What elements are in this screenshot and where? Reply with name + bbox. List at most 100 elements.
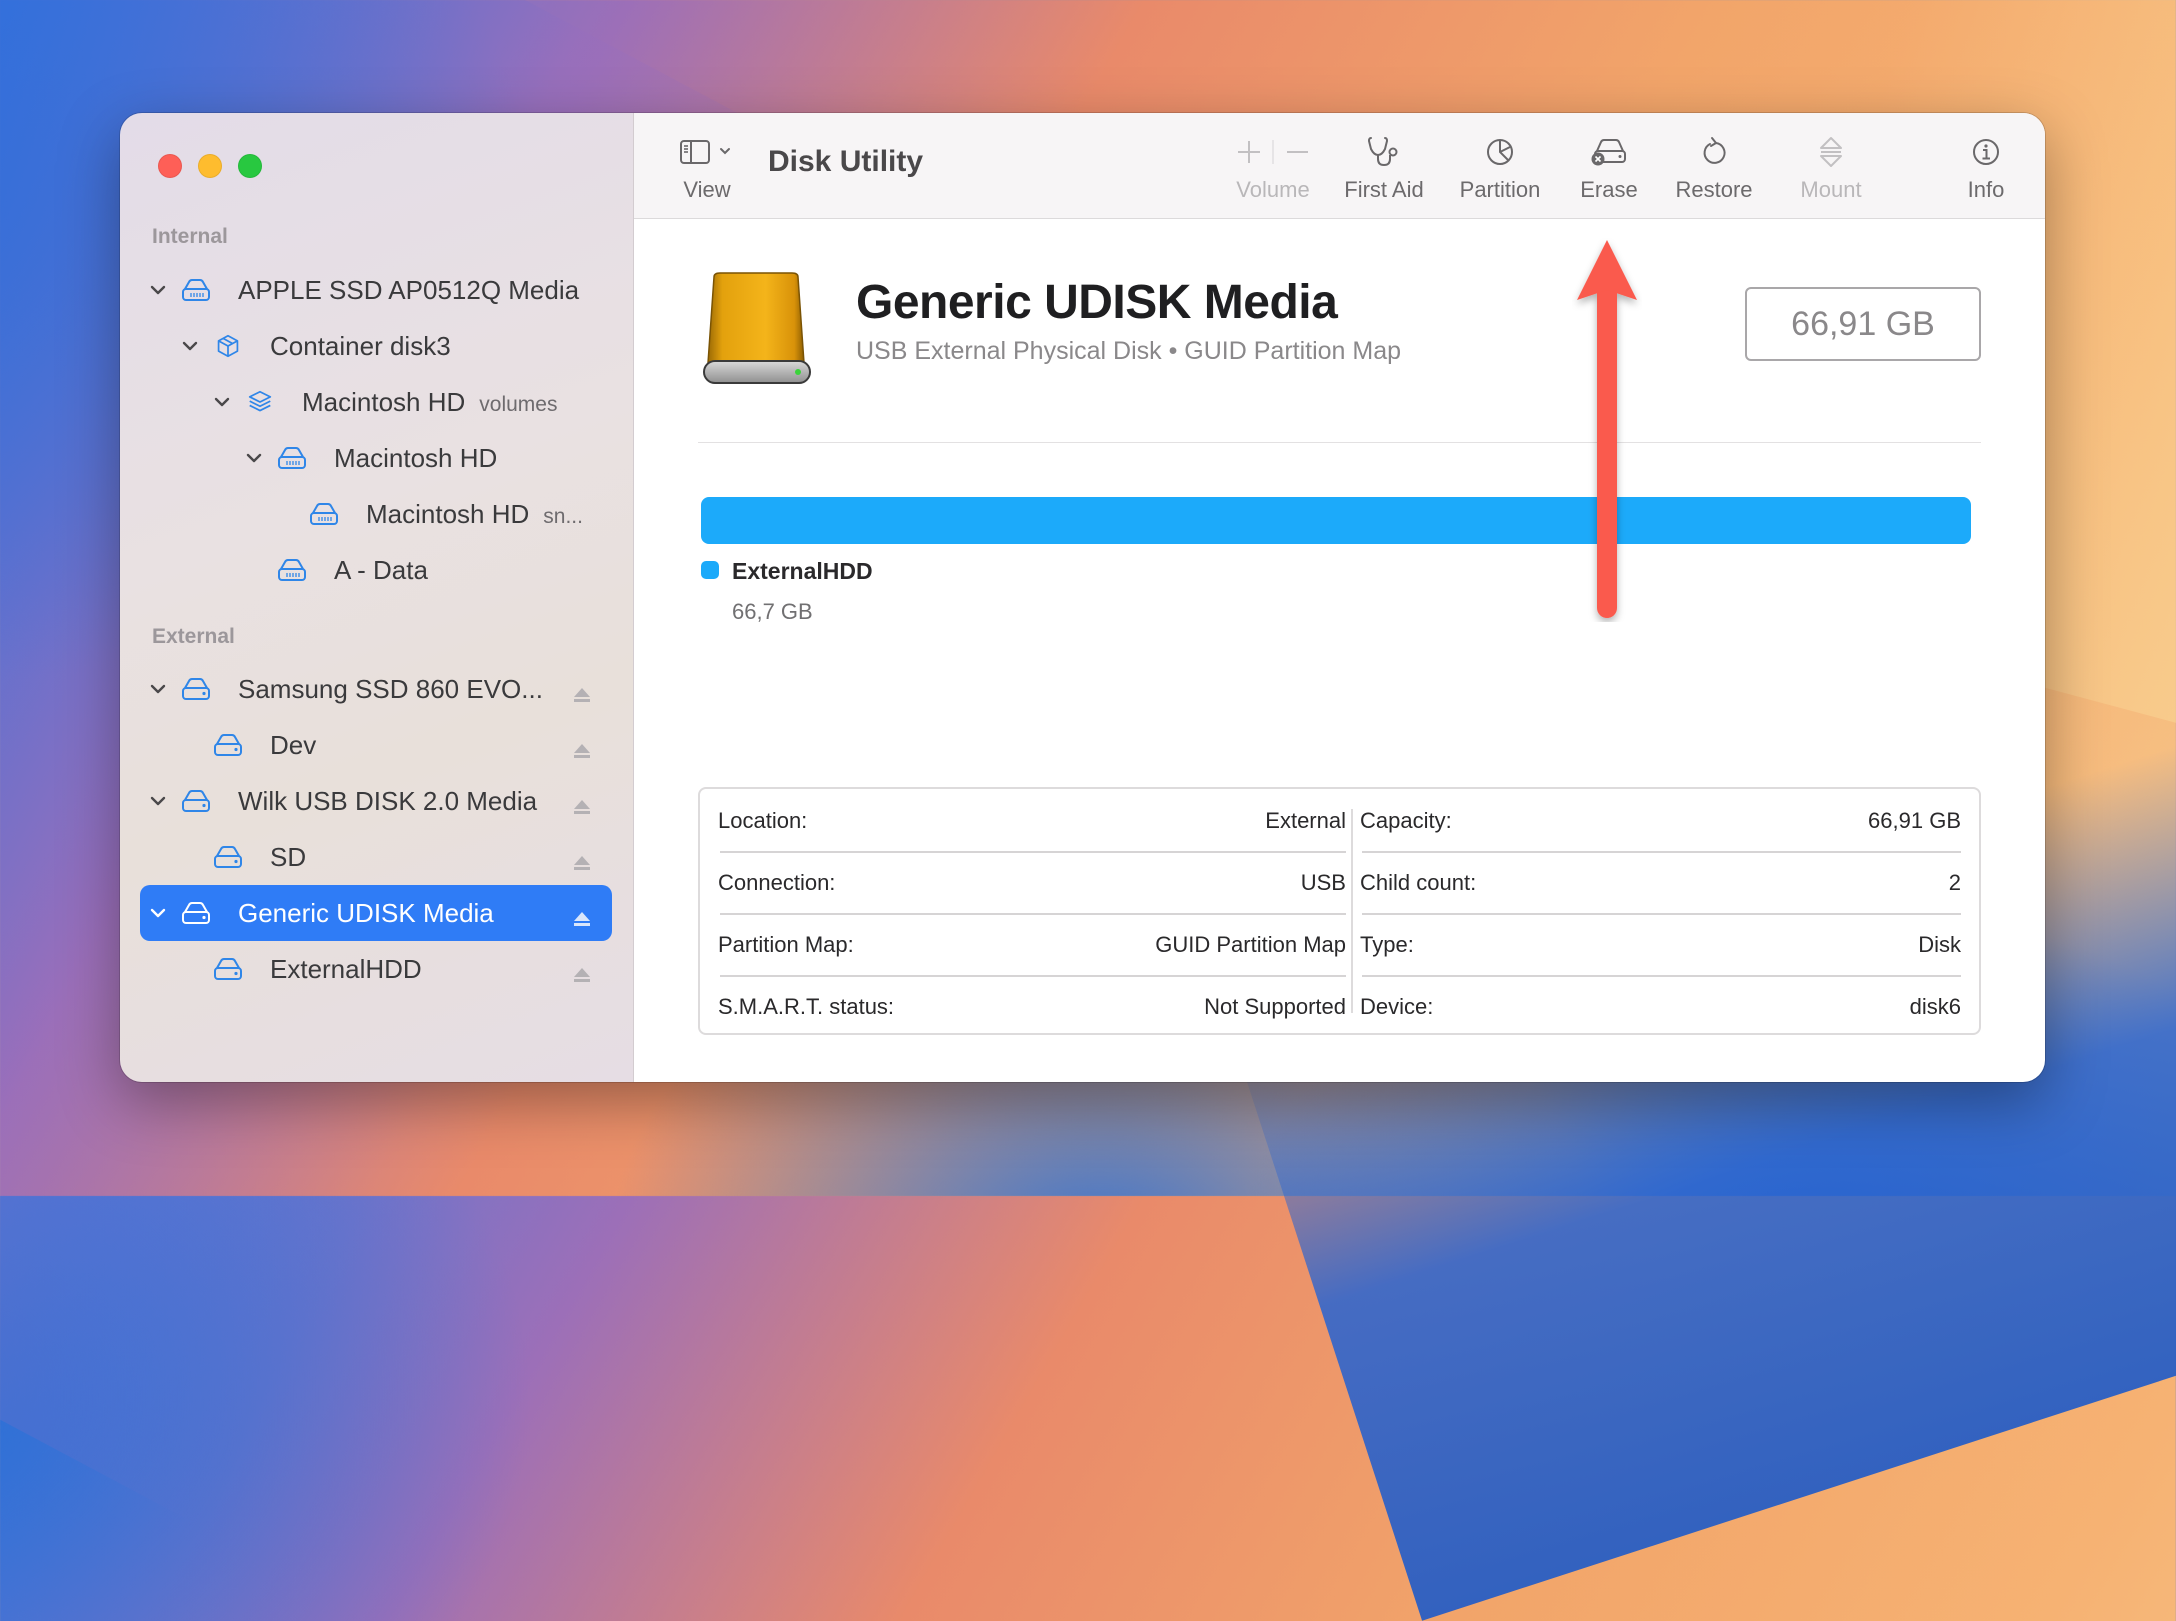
sidebar-item[interactable]: Generic UDISK Media (140, 885, 612, 941)
item-suffix: sn... (543, 504, 583, 528)
sidebar-item[interactable]: Macintosh HD volumes (140, 374, 612, 430)
divider (698, 442, 1981, 443)
disclosure-chevron-icon[interactable] (148, 280, 168, 300)
volume-add-remove-icon (1235, 135, 1311, 169)
eject-icon[interactable] (572, 736, 592, 758)
info-label: S.M.A.R.T. status: (718, 994, 895, 1019)
external-drive-icon (212, 845, 244, 869)
info-label: Capacity: (1360, 808, 1452, 833)
sidebar-toggle-icon (679, 135, 735, 169)
external-drive-icon (212, 733, 244, 757)
sidebar-item-label: ExternalHDD (270, 954, 422, 985)
sidebar-item[interactable]: ExternalHDD (140, 941, 612, 997)
item-name: Dev (270, 729, 317, 760)
sidebar-item-label: A - Data (334, 555, 428, 586)
mount-label: Mount (1800, 177, 1862, 202)
container-box-icon (212, 334, 244, 358)
item-suffix: volumes (479, 392, 558, 416)
info-value: 66,91 GB (1868, 808, 1961, 833)
partition-name: ExternalHDD (732, 558, 873, 584)
volume-label: Volume (1236, 177, 1310, 202)
info-row: Connection: USB (718, 852, 1346, 914)
disclosure-chevron-icon[interactable] (148, 679, 168, 699)
item-name: Samsung SSD 860 EVO... (238, 673, 543, 704)
info-button[interactable]: Info (1951, 113, 2021, 218)
sidebar-item[interactable]: Macintosh HD sn... (140, 486, 612, 542)
info-row: S.M.A.R.T. status: Not Supported (718, 976, 1346, 1038)
external-drive-icon (180, 901, 212, 925)
sidebar-item[interactable]: Samsung SSD 860 EVO... (140, 661, 612, 717)
sidebar-item-label: Macintosh HD (334, 443, 497, 474)
item-name: APPLE SSD AP0512Q Media (238, 274, 580, 305)
mount-icon (1816, 135, 1846, 169)
volume-button[interactable]: Volume (1218, 113, 1328, 218)
partition-button[interactable]: Partition (1450, 113, 1550, 218)
external-drive-icon (180, 677, 212, 701)
sidebar-item-label: SD (270, 842, 306, 873)
view-button[interactable]: View (672, 113, 742, 218)
disk-description: USB External Physical Disk • GUID Partit… (856, 337, 1402, 365)
sidebar-item[interactable]: Dev (140, 717, 612, 773)
erase-drive-icon (1590, 135, 1628, 169)
restore-label: Restore (1675, 177, 1753, 202)
sidebar-item[interactable]: SD (140, 829, 612, 885)
column-divider (1351, 809, 1353, 1013)
external-drive-gold-icon (698, 271, 818, 387)
erase-label: Erase (1580, 177, 1638, 202)
info-value: disk6 (1909, 994, 1961, 1019)
info-value: USB (1300, 870, 1346, 895)
view-label: View (683, 177, 731, 202)
internal-drive-icon (308, 502, 340, 526)
item-name: Macintosh HD (366, 498, 530, 529)
volume-group-stack-icon (244, 390, 276, 414)
info-row: Partition Map: GUID Partition Map (718, 914, 1346, 976)
toolbar: View Disk Utility Volume First Aid Parti… (634, 113, 2045, 219)
mount-button[interactable]: Mount (1781, 113, 1881, 218)
app-title: Disk Utility (768, 145, 924, 178)
erase-button[interactable]: Erase (1564, 113, 1654, 218)
first-aid-button[interactable]: First Aid (1334, 113, 1434, 218)
eject-icon[interactable] (572, 680, 592, 702)
info-column-right: Capacity: 66,91 GB Child count: 2 Type: Disk D… (1360, 789, 1961, 1033)
info-icon (1970, 135, 2002, 169)
partition-label: Partition (1459, 177, 1541, 202)
item-name: Generic UDISK Media (238, 897, 494, 928)
eject-icon[interactable] (572, 848, 592, 870)
external-drive-icon (212, 957, 244, 981)
item-name: SD (270, 841, 307, 872)
eject-icon[interactable] (572, 960, 592, 982)
eject-icon[interactable] (572, 904, 592, 926)
info-value: External (1265, 808, 1346, 833)
sidebar-item-label: Generic UDISK Media (238, 898, 494, 929)
main-pane: View Disk Utility Volume First Aid Parti… (634, 113, 2045, 1082)
sidebar-item[interactable]: APPLE SSD AP0512Q Media (140, 262, 612, 318)
sidebar-item[interactable]: A - Data (140, 542, 612, 598)
partition-size: 66,7 GB (732, 599, 813, 624)
eject-icon[interactable] (572, 792, 592, 814)
close-button[interactable] (158, 154, 182, 178)
restore-arrow-icon (1699, 135, 1729, 169)
internal-drive-icon (276, 558, 308, 582)
item-name: Wilk USB DISK 2.0 Media (238, 785, 538, 816)
internal-drive-icon (276, 446, 308, 470)
disclosure-chevron-icon[interactable] (244, 448, 264, 468)
restore-button[interactable]: Restore (1664, 113, 1764, 218)
info-row: Location: External (718, 790, 1346, 852)
minimize-button[interactable] (198, 154, 222, 178)
section-label-internal: Internal (152, 225, 228, 248)
disclosure-chevron-icon[interactable] (148, 791, 168, 811)
sidebar-item[interactable]: Container disk3 (140, 318, 612, 374)
window-controls (158, 154, 262, 178)
disclosure-chevron-icon[interactable] (148, 903, 168, 923)
sidebar-item[interactable]: Macintosh HD (140, 430, 612, 486)
info-row: Capacity: 66,91 GB (1360, 790, 1961, 852)
zoom-button[interactable] (238, 154, 262, 178)
disclosure-chevron-icon[interactable] (212, 392, 232, 412)
disclosure-chevron-icon[interactable] (180, 336, 200, 356)
sidebar-item-label: Macintosh HD sn... (366, 499, 583, 530)
info-row: Child count: 2 (1360, 852, 1961, 914)
first-aid-label: First Aid (1344, 177, 1424, 202)
sidebar-item-label: Container disk3 (270, 331, 451, 362)
sidebar-item[interactable]: Wilk USB DISK 2.0 Media (140, 773, 612, 829)
disk-name: Generic UDISK Media (856, 276, 1338, 329)
